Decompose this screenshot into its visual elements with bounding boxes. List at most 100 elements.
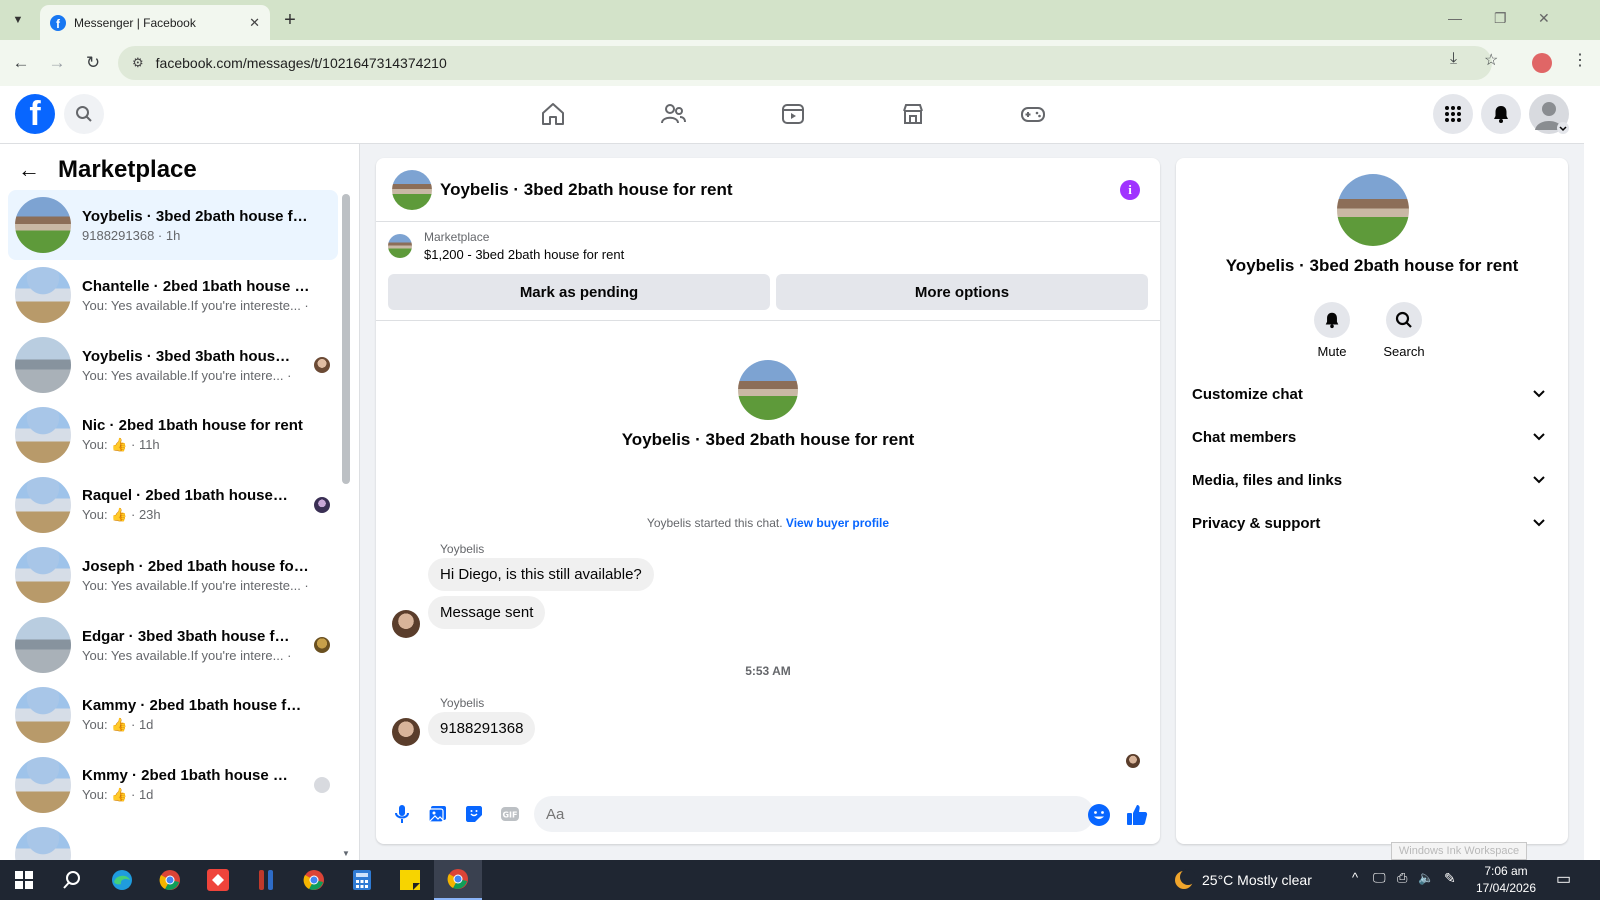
notification-center-icon[interactable]: ▭ <box>1556 869 1571 889</box>
conversation-item[interactable]: Kammy · 2bed 1bath house for r... You: 👍… <box>8 680 338 750</box>
friends-icon[interactable] <box>657 98 689 130</box>
home-icon[interactable] <box>537 98 569 130</box>
new-tab-plus-icon[interactable]: + <box>278 8 302 32</box>
tab-search-chevron-icon[interactable]: ▼ <box>6 8 30 32</box>
marketplace-icon[interactable] <box>897 98 929 130</box>
listing-avatar <box>15 827 71 860</box>
sticker-icon[interactable] <box>462 802 486 826</box>
section-label: Customize chat <box>1192 385 1303 403</box>
message-bubble[interactable]: Message sent <box>428 596 546 629</box>
forward-arrow-icon[interactable]: → <box>44 50 70 76</box>
browser-tab[interactable]: f Messenger | Facebook ✕ <box>40 5 270 40</box>
sender-avatar[interactable] <box>392 718 420 746</box>
customize-chat-section[interactable]: Customize chat <box>1192 374 1552 414</box>
taskbar-search-icon[interactable] <box>48 860 96 900</box>
conversation-item[interactable]: Nic · 2bed 1bath house for rent You: 👍 ·… <box>8 400 338 470</box>
facebook-logo-icon[interactable]: f <box>15 94 55 134</box>
page-scrollbar[interactable] <box>1584 86 1600 860</box>
info-icon[interactable]: i <box>1120 180 1140 200</box>
sender-avatar[interactable] <box>392 610 420 638</box>
more-options-button[interactable]: More options <box>776 274 1148 310</box>
privacy-support-section[interactable]: Privacy & support <box>1192 503 1552 543</box>
view-buyer-profile-link[interactable]: View buyer profile <box>786 516 889 530</box>
omnibox[interactable]: ⚙ facebook.com/messages/t/10216473143742… <box>118 46 1492 80</box>
calculator-icon[interactable] <box>338 860 386 900</box>
chat-panel: Yoybelis · 3bed 2bath house for rent i M… <box>376 158 1160 844</box>
back-arrow-icon[interactable]: ← <box>18 157 40 183</box>
thumbs-up-icon: 👍 <box>111 437 128 452</box>
reload-icon[interactable]: ↻ <box>80 50 106 76</box>
notifications-bell-icon[interactable] <box>1481 94 1521 134</box>
thumbs-up-icon: 👍 <box>111 507 128 522</box>
chat-avatar[interactable] <box>392 169 432 210</box>
sidebar-scrollbar[interactable] <box>342 194 350 484</box>
conversation-item[interactable]: Kmmy · 2bed 1bath house for ... You: 👍 ·… <box>8 750 338 820</box>
url-text[interactable]: facebook.com/messages/t/1021647314374210 <box>156 55 447 71</box>
minimize-icon[interactable]: — <box>1448 10 1462 26</box>
gaming-icon[interactable] <box>1017 98 1049 130</box>
media-files-links-section[interactable]: Media, files and links <box>1192 460 1552 500</box>
conversation-item[interactable]: Yoybelis · 3bed 2bath house for ... 9188… <box>8 190 338 260</box>
restore-icon[interactable]: ❐ <box>1494 10 1507 27</box>
conversation-preview: 9188291368 · 1h <box>82 227 181 243</box>
conversation-item[interactable]: Edgar · 3bed 3bath house for ... You: Ye… <box>8 610 338 680</box>
started-text: Yoybelis started this chat. <box>646 516 783 530</box>
scroll-down-arrow-icon[interactable]: ▼ <box>342 849 350 858</box>
install-app-icon[interactable]: ⤓ <box>1450 50 1457 68</box>
gif-icon[interactable]: GIF <box>498 802 522 826</box>
conversation-item[interactable]: Raquel · 2bed 1bath house for... You: 👍 … <box>8 470 338 540</box>
divider <box>376 320 1160 321</box>
clock[interactable]: 7:06 am 17/04/2026 <box>1468 863 1544 897</box>
chat-members-section[interactable]: Chat members <box>1192 417 1552 457</box>
conversation-item[interactable]: Joseph · 2bed 1bath house for re... You:… <box>8 540 338 610</box>
menu-grid-icon[interactable] <box>1433 94 1473 134</box>
chevron-down-icon <box>1533 390 1545 398</box>
sticky-notes-icon[interactable] <box>386 860 434 900</box>
chat-title[interactable]: Yoybelis · 3bed 2bath house for rent <box>440 180 733 200</box>
browser-menu-icon[interactable]: ⋮ <box>1572 50 1588 70</box>
conversation-preview: You: Yes available.If you're intereste..… <box>82 577 310 593</box>
back-arrow-icon[interactable]: ← <box>8 50 34 76</box>
photo-icon[interactable] <box>426 802 450 826</box>
close-tab-icon[interactable]: ✕ <box>249 15 260 31</box>
mark-as-pending-button[interactable]: Mark as pending <box>388 274 770 310</box>
volume-icon[interactable]: 🔈 <box>1418 870 1434 886</box>
anydesk-icon[interactable] <box>194 860 242 900</box>
chrome-profile-icon[interactable] <box>290 860 338 900</box>
thumbs-up-icon[interactable] <box>1124 802 1150 828</box>
weather-text[interactable]: 25°C Mostly clear <box>1202 872 1312 888</box>
facebook-favicon-icon: f <box>50 14 66 31</box>
app-icon[interactable] <box>242 860 290 900</box>
emoji-icon[interactable] <box>1088 804 1110 826</box>
network-icon[interactable]: 🖵 <box>1373 870 1386 886</box>
microphone-icon[interactable] <box>390 802 414 826</box>
bookmark-star-icon[interactable]: ☆ <box>1484 50 1498 70</box>
marketplace-listing-row[interactable]: Marketplace $1,200 - 3bed 2bath house fo… <box>388 230 624 262</box>
browser-profile-avatar[interactable] <box>1532 53 1552 73</box>
windows-start-icon[interactable] <box>0 860 48 900</box>
chrome-icon[interactable] <box>146 860 194 900</box>
close-window-icon[interactable]: ✕ <box>1538 10 1550 27</box>
chevron-down-icon <box>1533 476 1545 484</box>
chat-center-avatar <box>738 360 798 420</box>
conversation-item[interactable]: Yoybelis · 3bed 3bath house f... You: Ye… <box>8 330 338 400</box>
weather-icon[interactable] <box>1172 860 1196 900</box>
video-icon[interactable] <box>777 98 809 130</box>
listing-avatar <box>15 407 71 463</box>
show-hidden-icons-icon[interactable]: ^ <box>1352 870 1358 885</box>
account-avatar[interactable] <box>1529 94 1569 134</box>
conversation-item[interactable] <box>8 820 338 860</box>
conversation-item[interactable]: Chantelle · 2bed 1bath house for... You:… <box>8 260 338 330</box>
chrome-active-icon[interactable] <box>434 860 482 900</box>
message-bubble[interactable]: 9188291368 <box>428 712 536 745</box>
message-bubble[interactable]: Hi Diego, is this still available? <box>428 558 654 591</box>
search-in-chat-button[interactable]: Search <box>1374 302 1434 359</box>
pen-workspace-icon[interactable]: ✎ <box>1444 870 1456 887</box>
search-icon[interactable] <box>64 94 104 134</box>
listing-avatar <box>15 547 71 603</box>
meet-now-icon[interactable]: ⎙ <box>1397 870 1407 886</box>
message-input[interactable] <box>534 796 1094 832</box>
site-settings-icon[interactable]: ⚙ <box>132 55 144 71</box>
edge-browser-icon[interactable] <box>98 860 146 900</box>
mute-button[interactable]: Mute <box>1302 302 1362 359</box>
